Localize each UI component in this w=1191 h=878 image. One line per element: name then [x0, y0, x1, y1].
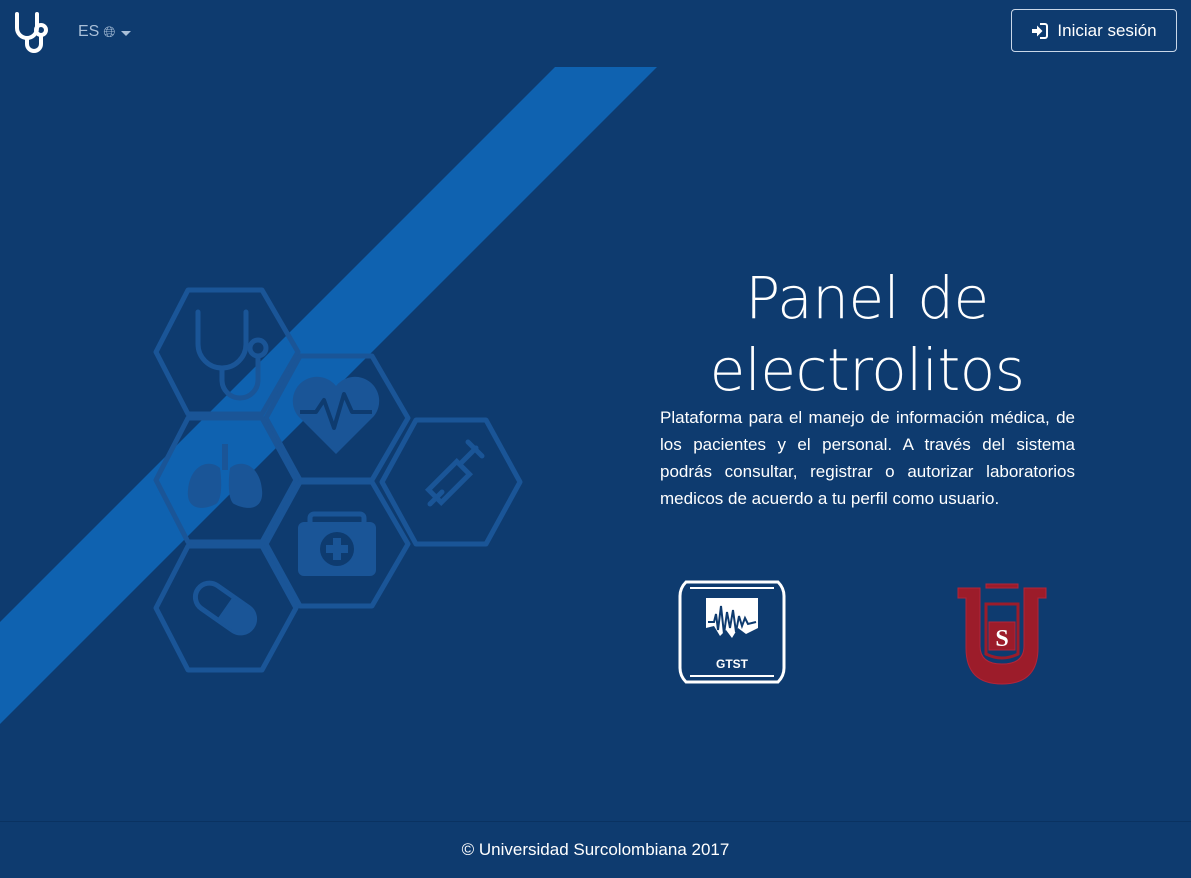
gtst-logo-label: GTST [716, 657, 749, 671]
caret-down-icon [121, 30, 132, 36]
footer: © Universidad Surcolombiana 2017 [0, 821, 1191, 878]
heart-rate-icon [292, 376, 380, 454]
translate-icon: 🌐︎ [103, 23, 116, 41]
page-title: Panel de electrolitos [709, 264, 1025, 404]
lungs-icon [187, 444, 263, 508]
login-button-label: Iniciar sesión [1057, 20, 1157, 40]
usco-logo: US S [957, 583, 1047, 685]
medical-hexagon-illustration [153, 287, 523, 673]
page-description: Plataforma para el manejo de información… [660, 408, 1075, 508]
stethoscope-icon [195, 309, 269, 401]
usco-s-letter: S [995, 626, 1008, 652]
language-code: ES [78, 23, 100, 40]
landing-page: ES 🌐︎ Iniciar sesión Panel de electrolit… [0, 0, 1191, 878]
stethoscope-icon[interactable] [12, 10, 54, 54]
pill-icon [192, 580, 258, 636]
navbar: ES 🌐︎ Iniciar sesión [0, 0, 1191, 64]
login-button[interactable]: Iniciar sesión [1011, 9, 1177, 52]
footer-copyright: © Universidad Surcolombiana 2017 [461, 840, 730, 859]
gtst-logo: GTST [678, 580, 786, 684]
sign-in-icon [1032, 22, 1049, 39]
language-selector[interactable]: ES 🌐︎ [78, 21, 132, 43]
syringe-icon [424, 439, 485, 507]
hexagon-syringe [379, 417, 523, 547]
medical-kit-icon [298, 511, 376, 576]
